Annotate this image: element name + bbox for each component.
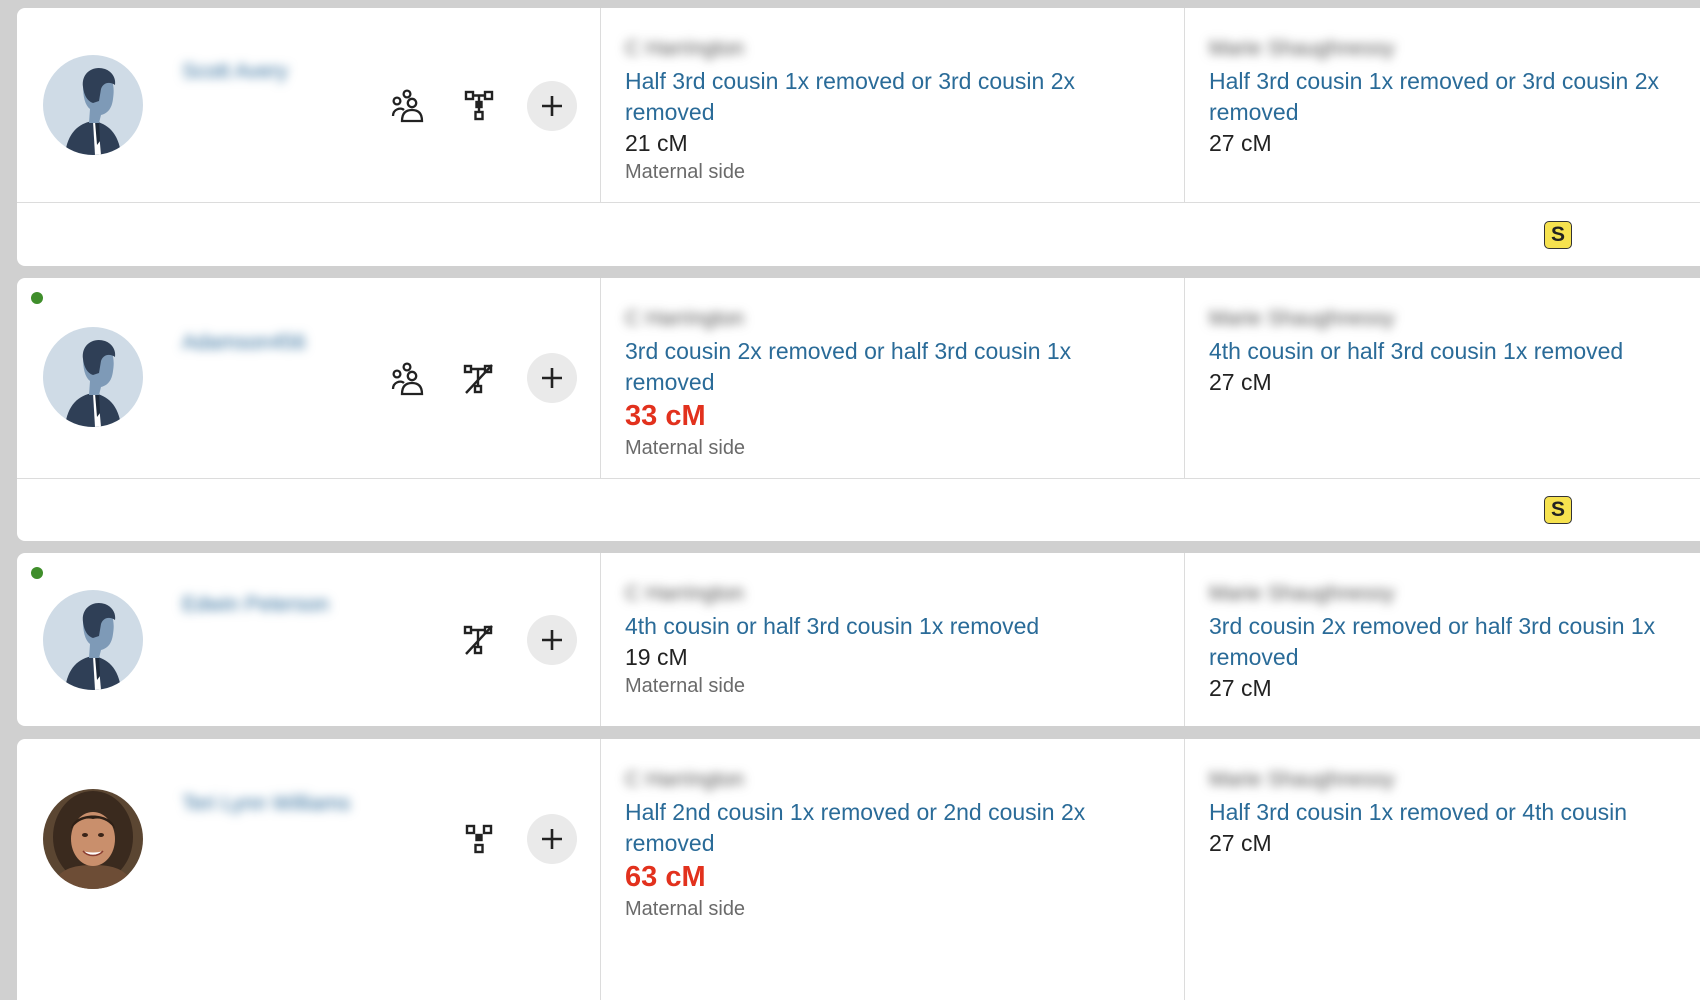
relationship-column-1: C Harrington Half 2nd cousin 1x removed …	[601, 739, 1185, 1000]
silhouette-avatar-icon	[43, 590, 143, 690]
compare-person-label: Marie Shaughnessy	[1209, 37, 1395, 60]
relationship-link[interactable]: Half 3rd cousin 1x removed or 3rd cousin…	[625, 66, 1105, 128]
avatar[interactable]	[43, 55, 143, 155]
plus-icon	[542, 368, 562, 388]
match-name[interactable]: Edwin Peterson	[182, 593, 329, 616]
shared-matches-icon[interactable]	[387, 86, 427, 126]
add-button[interactable]	[527, 353, 577, 403]
match-card: Teri Lynn Williams C Harrington Half 2nd…	[17, 739, 1700, 1000]
shared-cm: 27 cM	[1209, 130, 1272, 156]
match-profile: Scott Avery	[17, 8, 601, 202]
match-side: Maternal side	[625, 898, 746, 920]
relationship-column-2: Marie Shaughnessy Half 3rd cousin 1x rem…	[1185, 8, 1700, 202]
tree-icon[interactable]	[459, 86, 499, 126]
plus-icon	[542, 96, 562, 116]
silhouette-avatar-icon	[43, 55, 143, 155]
compare-person-label: Marie Shaughnessy	[1209, 768, 1395, 791]
avatar[interactable]	[43, 590, 143, 690]
compare-person-label: Marie Shaughnessy	[1209, 582, 1395, 605]
plus-icon	[542, 630, 562, 650]
shared-cm: 33 cM	[625, 400, 706, 432]
shared-cm: 27 cM	[1209, 369, 1272, 395]
match-name[interactable]: Adamson456	[182, 331, 306, 354]
online-indicator	[31, 567, 43, 579]
match-side: Maternal side	[625, 437, 746, 459]
relationship-column-1: C Harrington 4th cousin or half 3rd cous…	[601, 553, 1185, 726]
no-tree-icon[interactable]	[459, 620, 499, 660]
relationship-column-1: C Harrington 3rd cousin 2x removed or ha…	[601, 278, 1185, 478]
match-card: Scott Avery C Harrington Half 3rd cousin…	[17, 8, 1700, 266]
relationship-link[interactable]: 4th cousin or half 3rd cousin 1x removed	[625, 611, 1105, 642]
private-tree-icon[interactable]	[459, 819, 499, 859]
relationship-link[interactable]: 3rd cousin 2x removed or half 3rd cousin…	[625, 336, 1105, 398]
dna-match-list: Scott Avery C Harrington Half 3rd cousin…	[0, 0, 1700, 1000]
status-badge[interactable]: S	[1544, 496, 1572, 524]
avatar[interactable]	[43, 789, 143, 889]
add-button[interactable]	[527, 615, 577, 665]
compare-person-label: C Harrington	[625, 582, 745, 605]
match-card: Edwin Peterson C Harrington 4th cousin o…	[17, 553, 1700, 726]
shared-cm: 63 cM	[625, 861, 706, 893]
online-indicator	[31, 292, 43, 304]
compare-person-label: C Harrington	[625, 768, 745, 791]
relationship-link[interactable]: 3rd cousin 2x removed or half 3rd cousin…	[1209, 611, 1689, 673]
compare-person-label: C Harrington	[625, 307, 745, 330]
match-card-footer: S	[17, 478, 1700, 541]
add-button[interactable]	[527, 81, 577, 131]
relationship-column-2: Marie Shaughnessy 4th cousin or half 3rd…	[1185, 278, 1700, 478]
compare-person-label: C Harrington	[625, 37, 745, 60]
shared-cm: 27 cM	[1209, 830, 1272, 856]
compare-person-label: Marie Shaughnessy	[1209, 307, 1395, 330]
silhouette-avatar-icon	[43, 327, 143, 427]
relationship-column-2: Marie Shaughnessy 3rd cousin 2x removed …	[1185, 553, 1700, 726]
status-badge[interactable]: S	[1544, 221, 1572, 249]
shared-cm: 19 cM	[625, 644, 688, 670]
match-profile: Adamson456	[17, 278, 601, 478]
relationship-link[interactable]: Half 3rd cousin 1x removed or 4th cousin	[1209, 797, 1689, 828]
relationship-link[interactable]: 4th cousin or half 3rd cousin 1x removed	[1209, 336, 1689, 367]
match-side: Maternal side	[625, 161, 746, 183]
match-name[interactable]: Scott Avery	[182, 60, 288, 83]
match-card: Adamson456 C Harrington 3rd cousin 2x re…	[17, 278, 1700, 541]
shared-cm: 27 cM	[1209, 675, 1272, 701]
match-name[interactable]: Teri Lynn Williams	[182, 792, 350, 815]
avatar[interactable]	[43, 327, 143, 427]
relationship-link[interactable]: Half 2nd cousin 1x removed or 2nd cousin…	[625, 797, 1105, 859]
plus-icon	[542, 829, 562, 849]
shared-matches-icon[interactable]	[387, 359, 427, 399]
match-card-footer: S	[17, 202, 1700, 266]
no-tree-icon[interactable]	[459, 359, 499, 399]
match-profile: Edwin Peterson	[17, 553, 601, 726]
photo-avatar-icon	[43, 789, 143, 889]
match-side: Maternal side	[625, 675, 746, 697]
relationship-link[interactable]: Half 3rd cousin 1x removed or 3rd cousin…	[1209, 66, 1689, 128]
shared-cm: 21 cM	[625, 130, 688, 156]
relationship-column-2: Marie Shaughnessy Half 3rd cousin 1x rem…	[1185, 739, 1700, 1000]
relationship-column-1: C Harrington Half 3rd cousin 1x removed …	[601, 8, 1185, 202]
match-profile: Teri Lynn Williams	[17, 739, 601, 1000]
add-button[interactable]	[527, 814, 577, 864]
